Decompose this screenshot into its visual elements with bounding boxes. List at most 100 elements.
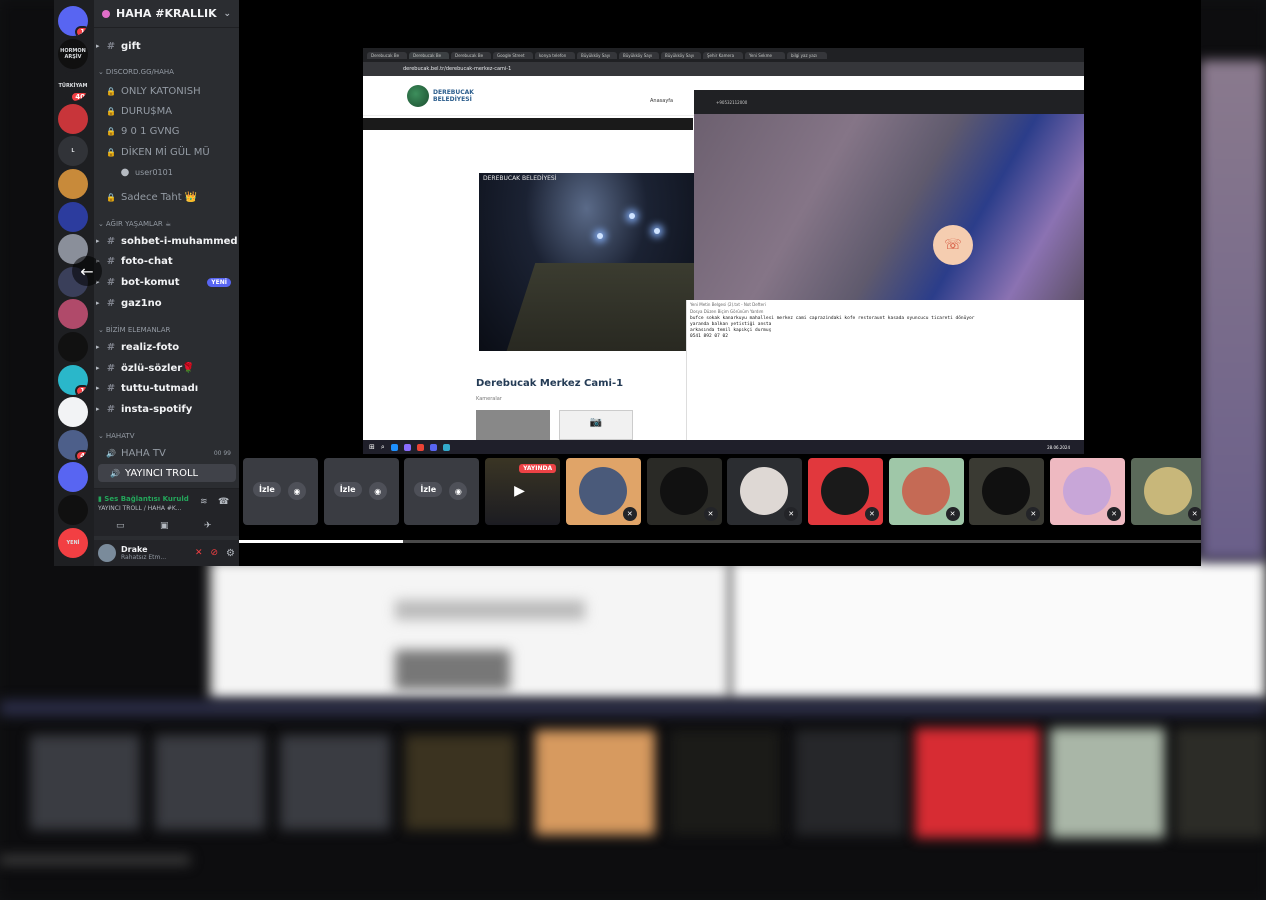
- browser-tab[interactable]: Google Street: [493, 51, 533, 59]
- mic-muted-icon[interactable]: ✕: [195, 548, 203, 558]
- channel-label: gift: [121, 40, 141, 52]
- server-icon[interactable]: 1: [58, 6, 88, 36]
- text-channel[interactable]: 🔒 Sadece Taht 👑: [94, 188, 239, 206]
- server-icon[interactable]: [58, 103, 88, 134]
- server-icon[interactable]: TÜRKİYAM 40: [58, 71, 88, 102]
- participant-tile[interactable]: ✕: [1130, 458, 1201, 525]
- video-icon[interactable]: ▭: [116, 521, 125, 531]
- watch-button[interactable]: İzle: [414, 482, 443, 497]
- app-icon[interactable]: [442, 443, 450, 451]
- text-channel[interactable]: ▸ # bot-komut YENİ: [94, 273, 239, 291]
- participant-avatar: [820, 467, 869, 515]
- app-icon[interactable]: [390, 443, 398, 451]
- participant-tile[interactable]: ✕: [565, 458, 641, 525]
- server-icon[interactable]: YENİ: [58, 527, 88, 558]
- nav-home-link[interactable]: Anasayfa: [650, 98, 673, 104]
- watch-button[interactable]: İzle: [253, 482, 281, 497]
- deafen-icon[interactable]: ⊘: [210, 548, 218, 558]
- hide-eye-icon[interactable]: ◉: [449, 482, 468, 500]
- server-icon[interactable]: [58, 169, 88, 199]
- text-channel[interactable]: 🔒 DİKEN Mİ GÜL MÜ: [94, 143, 239, 161]
- notepad-text[interactable]: bufce sokak kanarkuyu mahallesi merkez c…: [687, 316, 1084, 340]
- text-channel[interactable]: ▸ # sohbet-i-muhammed: [94, 232, 239, 250]
- phone-icon[interactable]: ☏: [933, 225, 973, 265]
- chrome-icon[interactable]: [416, 443, 424, 451]
- channel-category[interactable]: ⌄ BİZİM ELEMANLAR: [94, 321, 239, 339]
- browser-tab[interactable]: Derebucak Be: [409, 51, 449, 59]
- browser-tab[interactable]: konya telefon: [535, 51, 575, 59]
- server-icon[interactable]: [58, 462, 88, 493]
- server-header[interactable]: HAHA #KRALLIK ⌄: [94, 0, 239, 28]
- windows-start-icon[interactable]: ⊞: [369, 443, 375, 451]
- settings-icon[interactable]: ⚙: [226, 548, 235, 559]
- text-channel[interactable]: ▸ # tuttu-tutmadı: [94, 379, 239, 397]
- live-stream-tile[interactable]: YAYINDA ▶: [485, 458, 561, 525]
- server-icon[interactable]: HORMON ARŞİV: [58, 38, 88, 69]
- screen-share-icon[interactable]: ▣: [160, 521, 169, 531]
- server-icon[interactable]: 4: [58, 429, 88, 460]
- server-icon[interactable]: [58, 332, 88, 362]
- channel-label: gaz1no: [121, 297, 162, 309]
- channel-category[interactable]: ⌄ AĞIR YAŞAMLAR ☕: [94, 215, 239, 233]
- discord-icon[interactable]: [429, 443, 437, 451]
- text-channel[interactable]: ▸ # insta-spotify: [94, 400, 239, 418]
- hide-eye-icon[interactable]: ◉: [288, 482, 306, 500]
- camera-thumbnail-placeholder[interactable]: 📷: [559, 410, 633, 440]
- text-channel[interactable]: ▸#foto-chat: [94, 252, 239, 270]
- channel-category[interactable]: ⌄ DISCORD.GG/HAHA: [94, 63, 239, 81]
- browser-tab[interactable]: Büyükköy Sayı: [619, 51, 659, 59]
- hashtag-icon: #: [106, 403, 116, 415]
- participant-tile[interactable]: ✕: [807, 458, 883, 525]
- back-arrow-icon[interactable]: ←: [72, 256, 102, 286]
- page-subtitle: Kameralar: [476, 396, 502, 402]
- browser-tab[interactable]: Yeni Sekme: [745, 51, 785, 59]
- browser-tab[interactable]: Şehir Kamera: [703, 51, 743, 59]
- browser-tab[interactable]: bilgi yaz yazı: [787, 51, 827, 59]
- server-icon[interactable]: [58, 201, 88, 232]
- voice-channel[interactable]: 🔊 YAYINCI TROLL: [98, 464, 236, 482]
- participant-tile[interactable]: ✕: [727, 458, 803, 525]
- hide-eye-icon[interactable]: ◉: [368, 482, 387, 500]
- stream-tile[interactable]: İzle ◉: [243, 458, 318, 525]
- app-icon[interactable]: [403, 443, 411, 451]
- progress-bar[interactable]: [239, 540, 1201, 543]
- voice-channel[interactable]: 🔊 HAHA TV 00 99: [94, 444, 239, 462]
- browser-tab[interactable]: Derebucak Be: [367, 51, 407, 59]
- noise-suppression-icon[interactable]: ≋: [200, 497, 208, 507]
- participant-tile[interactable]: ✕: [888, 458, 964, 525]
- voice-location[interactable]: YAYINCI TROLL / HAHA #K...: [98, 505, 182, 512]
- browser-tab[interactable]: Büyükköy Sayı: [577, 51, 617, 59]
- channel-label: özlü-sözler🌹: [121, 362, 195, 374]
- text-channel[interactable]: ▸ # gift: [94, 37, 239, 55]
- stream-tile[interactable]: İzle ◉: [323, 458, 399, 525]
- voice-user[interactable]: ● user0101: [94, 163, 239, 181]
- browser-tab[interactable]: Büyükköy Sayı: [661, 51, 701, 59]
- server-icon[interactable]: [58, 495, 88, 525]
- text-channel[interactable]: ▸ # realiz-foto: [94, 338, 239, 356]
- server-icon[interactable]: [58, 397, 88, 428]
- browser-tab[interactable]: Derebucak Be: [451, 51, 491, 59]
- disconnect-icon[interactable]: ☎: [218, 497, 229, 507]
- chevron-down-icon[interactable]: ⌄: [223, 9, 231, 19]
- search-icon[interactable]: ⌕: [381, 443, 385, 452]
- channel-category[interactable]: ⌄ HAHATV: [94, 427, 239, 445]
- server-icon[interactable]: L: [58, 136, 88, 167]
- server-icon[interactable]: [58, 299, 88, 330]
- text-channel[interactable]: ▸ # özlü-sözler🌹: [94, 359, 239, 377]
- participant-tile[interactable]: ✕: [646, 458, 722, 525]
- watch-button[interactable]: İzle: [333, 482, 362, 497]
- address-bar[interactable]: derebucak.bel.tr/derebucak-merkez-cami-1: [363, 62, 1084, 76]
- participant-tile[interactable]: ✕: [1050, 458, 1125, 525]
- hashtag-icon: #: [106, 341, 116, 353]
- notepad-menu[interactable]: Dosya Düzen Biçim Görünüm Yardım: [687, 307, 1084, 316]
- camera-thumbnail[interactable]: [476, 410, 550, 440]
- participant-tile[interactable]: ✕: [969, 458, 1045, 525]
- activity-icon[interactable]: ✈: [204, 521, 212, 531]
- text-channel[interactable]: 🔒 ONLY KATONISH: [94, 82, 239, 100]
- user-avatar[interactable]: [98, 544, 116, 562]
- text-channel[interactable]: ▸ # gaz1no: [94, 294, 239, 312]
- stream-tile[interactable]: İzle ◉: [404, 458, 480, 525]
- server-icon[interactable]: 1: [58, 364, 88, 395]
- text-channel[interactable]: 🔒 9 0 1 GVNG: [94, 122, 239, 140]
- text-channel[interactable]: 🔒 DURU$MA: [94, 102, 239, 120]
